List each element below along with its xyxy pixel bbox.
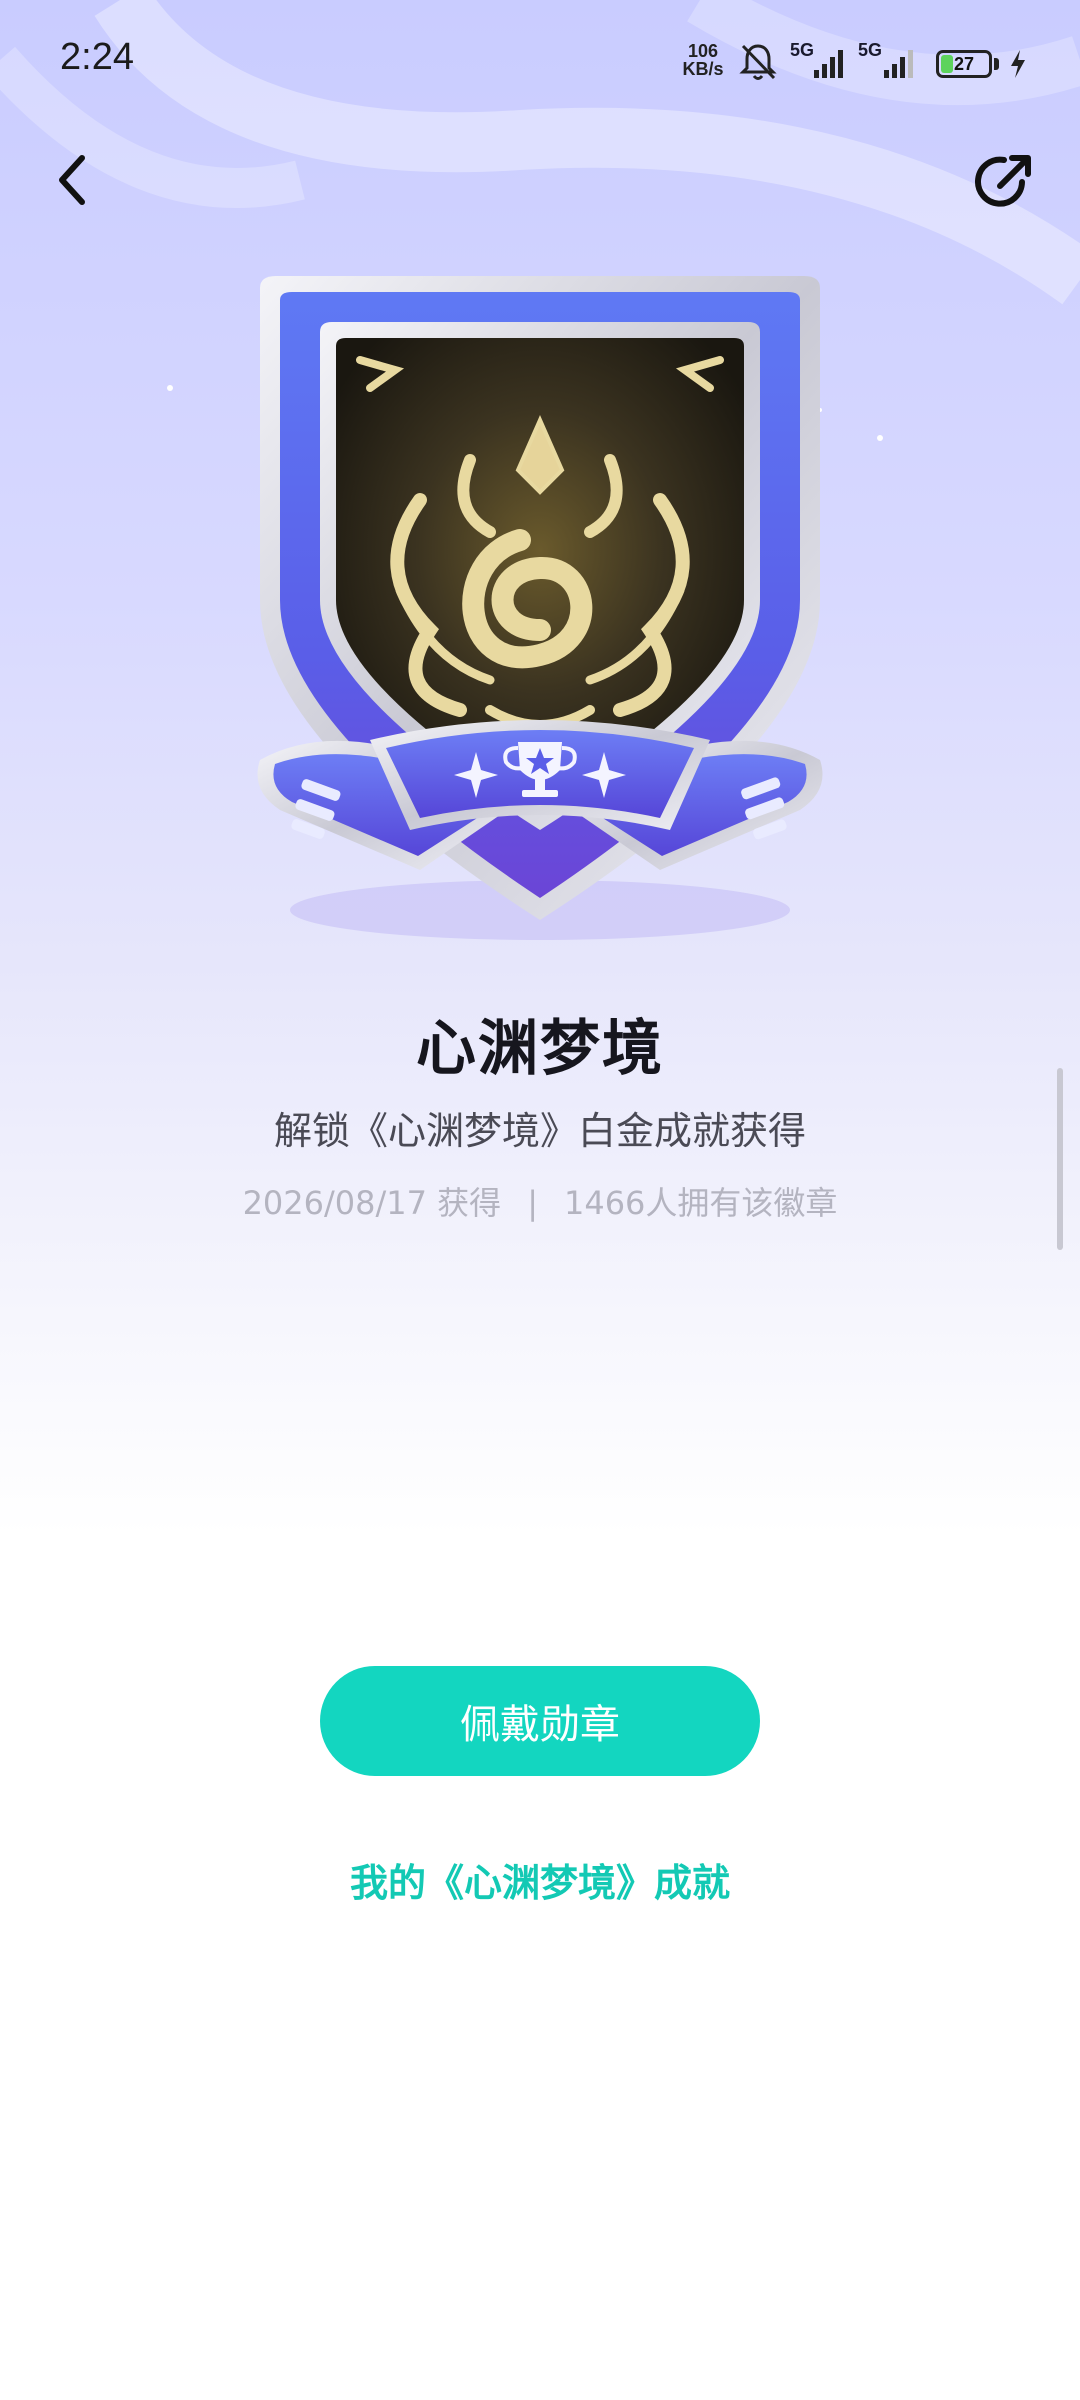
signal-bars-icon — [814, 50, 843, 78]
owner-count: 1466人拥有该徽章 — [563, 1184, 838, 1222]
network-speed-unit: KB/s — [682, 59, 724, 79]
badge-meta: 2026/08/17 获得 | 1466人拥有该徽章 — [0, 1178, 1080, 1224]
battery-cap — [994, 58, 999, 70]
bell-muted-icon — [739, 44, 777, 80]
signal-1: 5G — [790, 40, 850, 80]
network-speed: 106 KB/s — [680, 42, 726, 78]
wear-badge-button[interactable]: 佩戴勋章 — [320, 1666, 760, 1776]
network-speed-value: 106 — [687, 41, 719, 61]
obtained-date: 2026/08/17 获得 — [242, 1184, 502, 1222]
signal-2: 5G — [858, 40, 922, 80]
battery-level: 27 — [953, 54, 975, 74]
signal-bars-icon — [884, 50, 913, 78]
back-button[interactable] — [44, 140, 104, 220]
chevron-left-icon — [59, 155, 85, 205]
share-icon — [975, 155, 1031, 207]
scroll-indicator[interactable] — [1057, 1068, 1063, 1250]
achievement-badge — [257, 276, 823, 940]
battery-icon: 27 — [936, 50, 992, 78]
status-bar: 2:24 106 KB/s 5G 5G 27 — [0, 0, 1080, 120]
charging-icon — [1011, 50, 1025, 78]
my-achievements-link[interactable]: 我的《心渊梦境》成就 — [0, 1852, 1080, 1907]
status-time: 2:24 — [60, 36, 134, 78]
meta-separator: | — [527, 1184, 538, 1222]
badge-title: 心渊梦境 — [416, 1014, 664, 1084]
badge-description: 解锁《心渊梦境》白金成就获得 — [273, 1109, 806, 1153]
share-button[interactable] — [966, 144, 1042, 220]
